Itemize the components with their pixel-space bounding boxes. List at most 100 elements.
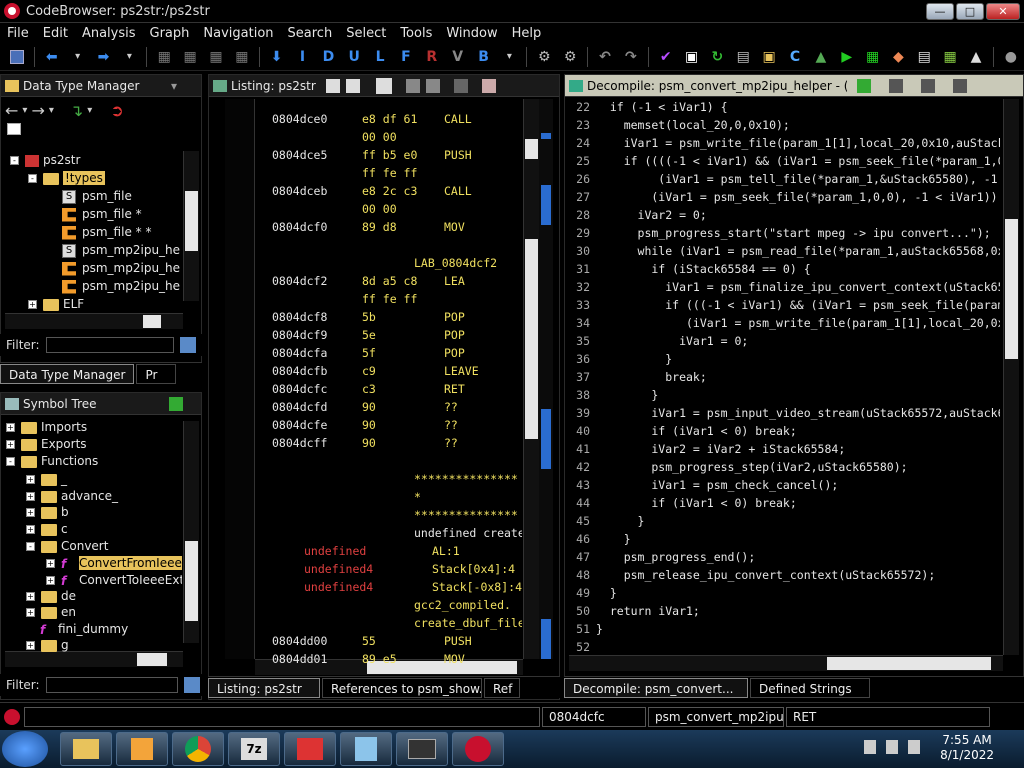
chrome-icon[interactable] xyxy=(172,732,224,766)
clock[interactable]: 7:55 AM 8/1/2022 xyxy=(940,733,994,763)
decompile-line[interactable]: 37 break; xyxy=(568,368,1000,386)
listing-row[interactable]: 0804dcf9 5e POP xyxy=(272,326,522,344)
nav-icon[interactable]: ▦ xyxy=(205,46,227,68)
decompile-line[interactable]: 30 while (iVar1 = psm_read_file(*param_1… xyxy=(568,242,1000,260)
reference-icon[interactable]: R xyxy=(421,46,443,68)
decompile-line[interactable]: 41 iVar2 = iVar2 + iStack65584; xyxy=(568,440,1000,458)
listing-row[interactable]: 0804dceb e8 2c c3 CALL xyxy=(272,182,522,200)
decompile-line[interactable]: 31 if (iStack65584 == 0) { xyxy=(568,260,1000,278)
tab-decompile[interactable]: Decompile: psm_convert... xyxy=(564,677,748,698)
decompile-line[interactable]: 26 (iVar1 = psm_tell_file(*param_1,&uSta… xyxy=(568,170,1000,188)
listing-row[interactable]: 0804dcfb c9 LEAVE xyxy=(272,362,522,380)
flag-icon[interactable] xyxy=(886,740,898,754)
menu-tools[interactable]: Tools xyxy=(393,26,439,41)
listing-row[interactable]: ff fe ff xyxy=(272,290,522,308)
forward-icon[interactable]: ➡ xyxy=(93,46,115,68)
dtm-vscroll[interactable] xyxy=(183,151,199,301)
listing-star[interactable]: * xyxy=(414,488,522,506)
listing-param[interactable]: undefined4 Stack[-0x8]:4 xyxy=(304,578,522,596)
tree-item[interactable]: + c xyxy=(26,520,68,538)
tree-item[interactable]: + Imports xyxy=(6,418,87,436)
listing-row[interactable]: 0804dcf2 8d a5 c8 LEA xyxy=(272,272,522,290)
copy-icon[interactable] xyxy=(325,78,340,93)
listing-row[interactable]: 0804dcfd 90?? xyxy=(272,398,522,416)
tree-item[interactable]: - Convert xyxy=(26,537,108,555)
block-icon[interactable]: ▦ xyxy=(939,46,961,68)
decompile-line[interactable]: 38 } xyxy=(568,386,1000,404)
decompile-line[interactable]: 50 return iVar1; xyxy=(568,602,1000,620)
symbol-vscroll[interactable] xyxy=(183,421,199,643)
run-icon[interactable]: ▶ xyxy=(836,46,858,68)
7zip-icon[interactable]: 7z xyxy=(228,732,280,766)
filter-options-icon[interactable] xyxy=(179,337,196,353)
menu-analysis[interactable]: Analysis xyxy=(75,26,143,41)
no-icon[interactable]: ➲ xyxy=(110,101,123,120)
terminal-icon[interactable] xyxy=(396,732,448,766)
decompile-line[interactable]: 39 iVar1 = psm_input_video_stream(uStack… xyxy=(568,404,1000,422)
tree-icon[interactable]: ▲ xyxy=(810,46,832,68)
tree-item[interactable]: psm_mp2ipu_helper xyxy=(62,259,180,277)
export-icon[interactable]: ▦ xyxy=(862,46,884,68)
tab-references[interactable]: References to psm_show... xyxy=(322,677,482,698)
menu-search[interactable]: Search xyxy=(281,26,340,41)
tree-item[interactable]: + ELF xyxy=(28,295,84,313)
ghidra-icon[interactable] xyxy=(452,732,504,766)
tree-item[interactable]: +fConvertFromIeeeExte xyxy=(46,554,182,572)
decompile-vscroll[interactable] xyxy=(1003,99,1019,655)
tree-item[interactable]: psm_file * * xyxy=(62,223,151,241)
menu-select[interactable]: Select xyxy=(339,26,393,41)
listing-row[interactable] xyxy=(272,236,522,254)
function-icon[interactable]: F xyxy=(395,46,417,68)
listing-row[interactable]: 00 00 xyxy=(272,128,522,146)
decompile-line[interactable]: 28 iVar2 = 0; xyxy=(568,206,1000,224)
decompile-line[interactable]: 43 iVar1 = psm_check_cancel(); xyxy=(568,476,1000,494)
listing-row[interactable]: 0804dcf8 5b POP xyxy=(272,308,522,326)
decompile-line[interactable]: 22 if (-1 < iVar1) { xyxy=(568,98,1000,116)
filter-input[interactable] xyxy=(45,677,178,693)
filter-input[interactable] xyxy=(45,337,174,353)
tree-item[interactable]: psm_mp2ipu_helper xyxy=(62,277,180,295)
listing-row[interactable]: 0804dcfc c3 RET xyxy=(272,380,522,398)
listing-row[interactable]: ff fe ff xyxy=(272,164,522,182)
overview-bar[interactable] xyxy=(539,99,553,659)
listing-row[interactable]: 0804dcfe 90?? xyxy=(272,416,522,434)
menu-file[interactable]: File xyxy=(0,26,36,41)
merge-icon[interactable]: ⚙ xyxy=(559,46,581,68)
bookmark-icon[interactable]: ◆ xyxy=(888,46,910,68)
menu-navigation[interactable]: Navigation xyxy=(196,26,280,41)
decompile-line[interactable]: 25 if ((((-1 < iVar1) && (iVar1 = psm_se… xyxy=(568,152,1000,170)
decompile-line[interactable]: 47 psm_progress_end(); xyxy=(568,548,1000,566)
volume-icon[interactable] xyxy=(908,740,920,754)
listing-row[interactable]: 0804dcff 90?? xyxy=(272,434,522,452)
undefined-icon[interactable]: U xyxy=(343,46,365,68)
bookmark-b-icon[interactable]: B xyxy=(473,46,495,68)
listing-label[interactable]: create_dbuf_file xyxy=(414,614,522,632)
listing-row[interactable]: 0804dce0 e8 df 61 CALL xyxy=(272,110,522,128)
options-icon[interactable] xyxy=(481,78,496,93)
dtm-hscroll[interactable] xyxy=(5,313,183,329)
paste-icon[interactable] xyxy=(345,78,360,93)
listing-label[interactable]: gcc2_compiled. xyxy=(414,596,522,614)
explorer-icon[interactable] xyxy=(60,732,112,766)
tab-listing[interactable]: Listing: ps2str xyxy=(208,677,320,698)
forward-dropdown-icon[interactable]: ▾ xyxy=(118,46,140,68)
decompile-line[interactable]: 45 } xyxy=(568,512,1000,530)
listing-param[interactable]: undefined AL:1 xyxy=(304,542,522,560)
tab-data-type-manager[interactable]: Data Type Manager xyxy=(0,363,135,384)
value-icon[interactable]: V xyxy=(447,46,469,68)
menu-edit[interactable]: Edit xyxy=(36,26,75,41)
folder-icon[interactable]: ▣ xyxy=(758,46,780,68)
listing-param[interactable]: undefined4 Stack[0x4]:4 xyxy=(304,560,522,578)
listing-row[interactable]: 0804dce5 ff b5 e0 PUSH xyxy=(272,146,522,164)
notepad-icon[interactable] xyxy=(340,732,392,766)
instruction-icon[interactable]: I xyxy=(292,46,314,68)
layout-icon[interactable] xyxy=(405,78,420,93)
decompile-hscroll[interactable] xyxy=(569,655,1003,671)
decompile-line[interactable]: 49 } xyxy=(568,584,1000,602)
info-icon[interactable]: ● xyxy=(1000,46,1022,68)
decompile-line[interactable]: 32 iVar1 = psm_finalize_ipu_convert_cont… xyxy=(568,278,1000,296)
tab-program-tree[interactable]: Pr xyxy=(136,363,177,384)
tree-item[interactable]: + g xyxy=(26,636,69,654)
snapshot-icon[interactable] xyxy=(453,78,468,93)
nav-icon[interactable]: ▦ xyxy=(231,46,253,68)
